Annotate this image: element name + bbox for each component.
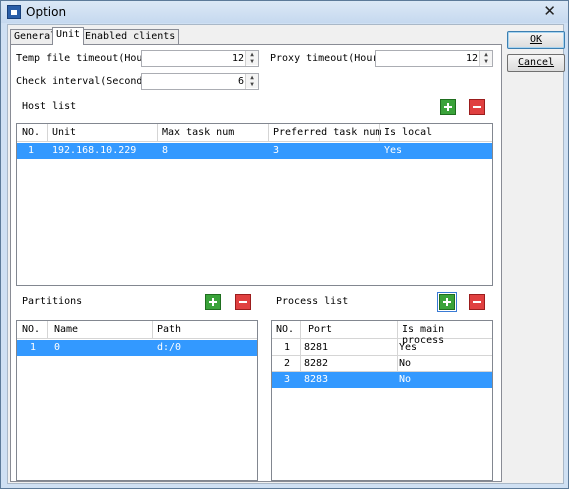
process-is-main: Yes	[399, 342, 418, 353]
cancel-button[interactable]: Cancel	[507, 54, 565, 72]
col-name: Name	[54, 324, 79, 335]
check-interval-spinner[interactable]: 6 ▲ ▼	[141, 73, 259, 90]
check-interval-value: 6	[237, 76, 244, 87]
col-path: Path	[157, 324, 182, 335]
process-list-header: NO. Port Is main process	[272, 321, 492, 346]
host-unit: 192.168.10.229	[52, 145, 137, 156]
app-icon	[7, 5, 21, 19]
remove-process-icon[interactable]	[469, 294, 485, 310]
add-partition-icon[interactable]	[205, 294, 221, 310]
process-no: 1	[284, 342, 291, 353]
partition-path: d:/0	[157, 342, 182, 353]
remove-partition-icon[interactable]	[235, 294, 251, 310]
col-port: Port	[308, 324, 333, 335]
partitions-header: NO. Name Path	[17, 321, 257, 339]
col-is-local: Is local	[384, 127, 433, 138]
add-host-icon[interactable]	[440, 99, 456, 115]
partition-no: 1	[30, 342, 37, 353]
process-list-label: Process list	[276, 296, 349, 307]
title-bar[interactable]: Option ✕	[1, 1, 568, 23]
spin-up-icon[interactable]: ▲	[246, 51, 258, 58]
process-list-table[interactable]: NO. Port Is main process 1 8281 Yes 2 82…	[271, 320, 493, 481]
spin-up-icon[interactable]: ▲	[480, 51, 492, 58]
table-row[interactable]: 1 0 d:/0	[17, 340, 257, 356]
partitions-table[interactable]: NO. Name Path 1 0 d:/0	[16, 320, 258, 481]
window-title: Option	[26, 5, 67, 19]
partition-name: 0	[54, 342, 61, 353]
host-max-task: 8	[162, 145, 169, 156]
table-row[interactable]: 3 8283 No	[272, 372, 492, 388]
partitions-label: Partitions	[22, 296, 83, 307]
proxy-timeout-value: 12	[465, 53, 478, 64]
col-max-task: Max task num	[162, 127, 235, 138]
unit-tab-panel: Temp file timeout(Hour) 12 ▲ ▼ Proxy time…	[10, 44, 502, 482]
process-port: 8282	[304, 358, 329, 369]
dialog-body: General Unit Enabled clients Temp file t…	[7, 24, 565, 484]
col-unit: Unit	[52, 127, 77, 138]
host-preferred-task: 3	[273, 145, 280, 156]
host-list-label: Host list	[22, 101, 77, 112]
proxy-timeout-spinner[interactable]: 12 ▲ ▼	[375, 50, 493, 67]
col-no: NO.	[22, 324, 41, 335]
col-no: NO.	[276, 324, 295, 335]
close-icon[interactable]: ✕	[543, 2, 556, 20]
spin-down-icon[interactable]: ▼	[246, 58, 258, 65]
process-port: 8283	[304, 374, 329, 385]
col-no: NO.	[22, 127, 41, 138]
check-interval-label: Check interval(Second)	[16, 76, 149, 87]
ok-button[interactable]: OK	[507, 31, 565, 49]
spin-down-icon[interactable]: ▼	[480, 58, 492, 65]
table-row[interactable]: 1 8281 Yes	[272, 340, 492, 356]
temp-timeout-label: Temp file timeout(Hour)	[16, 53, 155, 64]
host-list-header: NO. Unit Max task num Preferred task num…	[17, 124, 492, 142]
table-row[interactable]: 1 192.168.10.229 8 3 Yes	[17, 143, 492, 159]
spin-down-icon[interactable]: ▼	[246, 81, 258, 88]
process-no: 3	[284, 374, 291, 385]
process-no: 2	[284, 358, 291, 369]
table-row[interactable]: 2 8282 No	[272, 356, 492, 372]
host-list-table[interactable]: NO. Unit Max task num Preferred task num…	[16, 123, 493, 286]
process-is-main: No	[399, 374, 412, 385]
host-is-local: Yes	[384, 145, 403, 156]
proxy-timeout-label: Proxy timeout(Hour)	[270, 53, 385, 64]
tab-unit[interactable]: Unit	[52, 27, 85, 45]
tab-enabled-clients[interactable]: Enabled clients	[81, 29, 180, 44]
add-process-icon[interactable]	[437, 292, 457, 312]
temp-timeout-spinner[interactable]: 12 ▲ ▼	[141, 50, 259, 67]
host-no: 1	[28, 145, 35, 156]
process-is-main: No	[399, 358, 412, 369]
option-dialog: Option ✕ General Unit Enabled clients Te…	[0, 0, 569, 489]
spin-up-icon[interactable]: ▲	[246, 74, 258, 81]
process-port: 8281	[304, 342, 329, 353]
col-preferred-task: Preferred task num	[273, 127, 382, 138]
remove-host-icon[interactable]	[469, 99, 485, 115]
temp-timeout-value: 12	[231, 53, 244, 64]
